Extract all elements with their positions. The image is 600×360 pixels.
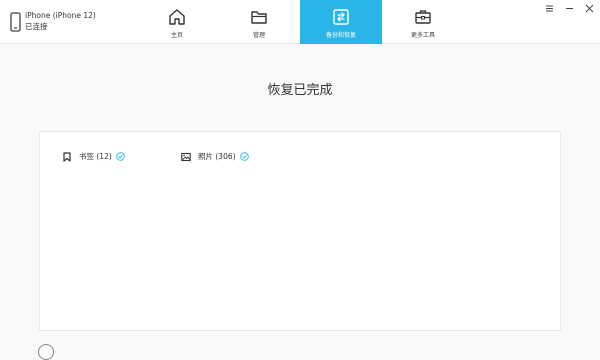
tab-backup-restore[interactable]: 备份和恢复 <box>300 0 382 44</box>
tab-manage-label: 管理 <box>252 32 265 39</box>
main-content: 恢复已完成 书签 (12) 照片 (306) <box>0 45 600 360</box>
list-item-photos: 照片 (306) <box>181 151 249 162</box>
restored-items-panel: 书签 (12) 照片 (306) <box>39 131 561 331</box>
list-item-label: 书签 (12) <box>79 152 112 161</box>
menu-icon[interactable] <box>544 3 554 13</box>
top-bar: iPhone (iPhone 12) 已连接 主页 管理 备份和恢复 更多工具 <box>0 0 600 44</box>
photo-icon <box>181 152 191 162</box>
minimize-icon[interactable] <box>564 3 574 13</box>
tab-manage[interactable]: 管理 <box>218 0 300 44</box>
tab-more-tools[interactable]: 更多工具 <box>382 0 464 44</box>
phone-icon <box>10 12 21 32</box>
check-circle-icon <box>239 152 249 161</box>
tab-home-label: 主页 <box>170 32 183 39</box>
page-title: 恢复已完成 <box>267 83 333 98</box>
tab-backup-restore-label: 备份和恢复 <box>325 32 356 39</box>
device-name: iPhone (iPhone 12) <box>25 11 96 20</box>
list-item-bookmarks: 书签 (12) <box>62 151 125 162</box>
backup-restore-icon <box>331 7 351 27</box>
window-controls <box>544 3 594 13</box>
device-info: iPhone (iPhone 12) 已连接 <box>10 10 96 32</box>
tab-more-tools-label: 更多工具 <box>410 32 435 39</box>
tab-home[interactable]: 主页 <box>136 0 218 44</box>
check-circle-icon <box>116 152 125 161</box>
bookmark-icon <box>62 151 72 162</box>
home-icon <box>167 7 187 27</box>
main-nav: 主页 管理 备份和恢复 更多工具 <box>136 0 464 44</box>
device-status: 已连接 <box>25 22 48 31</box>
toolbox-icon <box>413 7 433 27</box>
list-item-label: 照片 (306) <box>198 152 236 161</box>
close-icon[interactable] <box>584 3 594 13</box>
folder-icon <box>249 7 269 27</box>
partial-circle-icon <box>38 344 54 360</box>
